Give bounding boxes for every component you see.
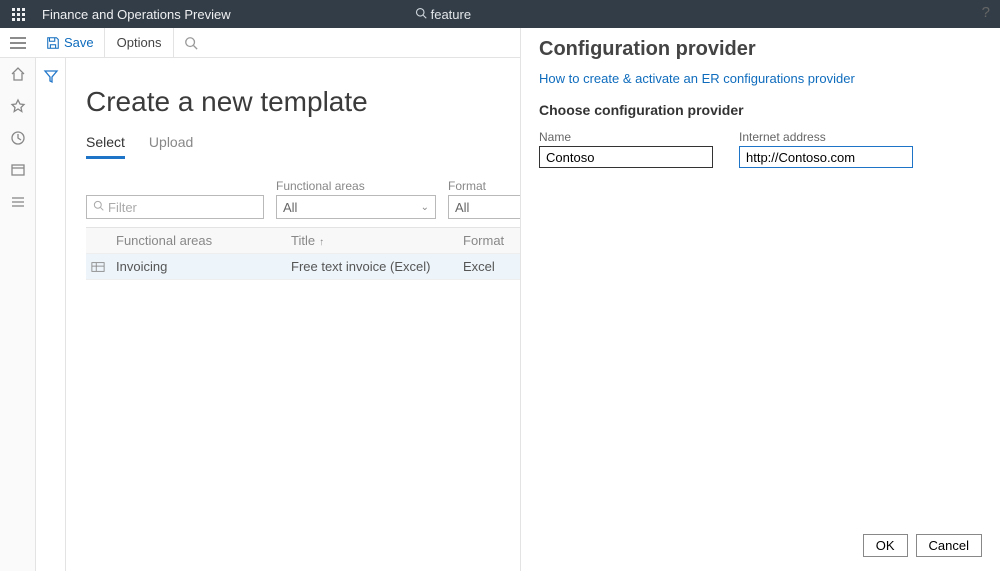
save-button[interactable]: Save	[36, 28, 105, 58]
tab-upload[interactable]: Upload	[149, 134, 193, 159]
left-rail	[0, 58, 36, 571]
favorite-icon[interactable]	[0, 90, 36, 122]
filter-column	[36, 58, 66, 571]
tab-select[interactable]: Select	[86, 134, 125, 159]
save-label: Save	[64, 35, 94, 50]
cancel-button[interactable]: Cancel	[916, 534, 982, 557]
col-functional-areas[interactable]: Functional areas	[110, 233, 285, 248]
options-button[interactable]: Options	[105, 28, 175, 58]
home-icon[interactable]	[0, 58, 36, 90]
app-title: Finance and Operations Preview	[36, 7, 237, 22]
action-search-icon[interactable]	[174, 36, 208, 50]
search-icon	[415, 7, 427, 22]
filter-placeholder: Filter	[108, 200, 137, 215]
workspace-icon[interactable]	[0, 154, 36, 186]
functional-areas-label: Functional areas	[276, 179, 436, 193]
row-title: Free text invoice (Excel)	[285, 259, 457, 274]
panel-help-link[interactable]: How to create & activate an ER configura…	[521, 65, 1000, 92]
panel-subtitle: Choose configuration provider	[521, 92, 1000, 130]
help-icon[interactable]: ?	[982, 4, 990, 21]
waffle-icon[interactable]	[0, 0, 36, 28]
ok-button[interactable]: OK	[863, 534, 908, 557]
format-dropdown[interactable]: All	[448, 195, 528, 219]
functional-areas-value: All	[283, 200, 297, 215]
top-nav-bar: Finance and Operations Preview feature	[0, 0, 1000, 28]
recent-icon[interactable]	[0, 122, 36, 154]
format-label: Format	[448, 179, 528, 193]
nav-toggle-icon[interactable]	[0, 37, 36, 49]
col-title[interactable]: Title↑	[285, 233, 457, 248]
modules-icon[interactable]	[0, 186, 36, 218]
save-icon	[46, 36, 60, 50]
panel-title: Configuration provider	[521, 28, 1000, 65]
internet-label: Internet address	[739, 130, 913, 144]
config-provider-panel: Configuration provider How to create & a…	[520, 28, 1000, 571]
filter-input[interactable]: Filter	[86, 195, 264, 219]
global-search[interactable]: feature	[415, 7, 471, 22]
functional-areas-dropdown[interactable]: All ⌄	[276, 195, 436, 219]
row-functional-areas: Invoicing	[110, 259, 285, 274]
chevron-down-icon: ⌄	[421, 202, 429, 213]
funnel-icon[interactable]	[43, 68, 59, 84]
row-format: Excel	[457, 259, 527, 274]
search-icon	[93, 200, 104, 214]
name-field[interactable]	[539, 146, 713, 168]
internet-field[interactable]	[739, 146, 913, 168]
sort-asc-icon: ↑	[319, 237, 324, 248]
col-format[interactable]: Format	[457, 233, 527, 248]
options-label: Options	[117, 35, 162, 50]
global-search-text: feature	[431, 7, 471, 22]
name-label: Name	[539, 130, 713, 144]
format-value: All	[455, 200, 469, 215]
row-type-icon	[86, 260, 110, 274]
